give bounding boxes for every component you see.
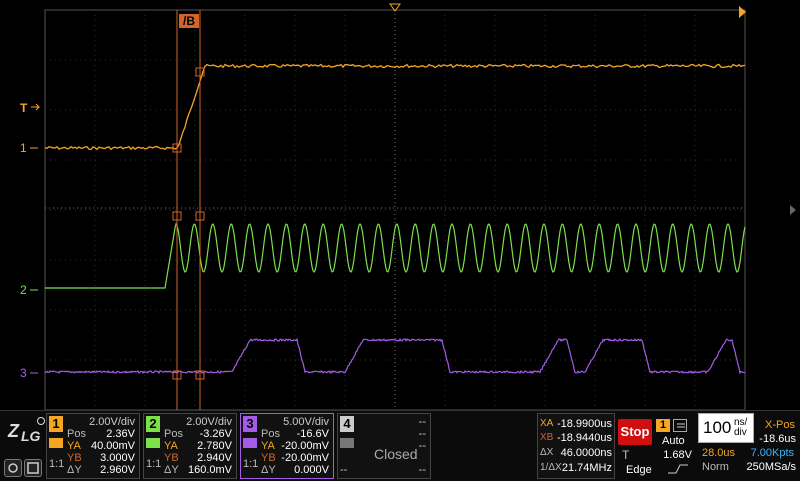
xb-label: XB bbox=[540, 432, 554, 443]
channel-2-panel[interactable]: 2 2.00V/div Pos -3.26V YA 2.780V YB 2.94… bbox=[143, 413, 237, 479]
channel-3-ratio: 1:1 bbox=[243, 458, 259, 470]
trigger-mode: Auto bbox=[662, 435, 685, 447]
channel-3-ya-label: YA bbox=[261, 440, 275, 452]
xpos-value: -18.6us bbox=[759, 433, 796, 445]
channel-2-pos-label: Pos bbox=[164, 428, 183, 440]
channel-2-ya: 2.780V bbox=[197, 440, 232, 452]
channel-3-dy: 0.000V bbox=[294, 464, 329, 476]
svg-text:Z: Z bbox=[7, 421, 20, 441]
channel-1-pos-label: Pos bbox=[67, 428, 86, 440]
trigger-edge-icon bbox=[666, 463, 690, 478]
channel-2-number: 2 bbox=[146, 416, 160, 432]
channel-2-yb: 2.940V bbox=[197, 452, 232, 464]
channel-2-ya-label: YA bbox=[164, 440, 178, 452]
xa-value: -18.9900us bbox=[556, 418, 612, 430]
coupling-icon bbox=[146, 438, 160, 448]
channel-4-panel[interactable]: 4 -- -- Closed -- -- -- bbox=[337, 413, 431, 479]
dx-value: 46.0000ns bbox=[560, 447, 612, 459]
channel-3-panel[interactable]: 3 5.00V/div Pos -16.6V YA -20.00mV YB -2… bbox=[240, 413, 334, 479]
channel-2-dy: 160.0mV bbox=[187, 464, 232, 476]
timebase-value: 100 bbox=[703, 418, 732, 437]
save-icon[interactable] bbox=[24, 459, 42, 477]
ch3-ground-marker[interactable]: 3 bbox=[20, 366, 27, 380]
ch1-ground-marker[interactable]: 1 bbox=[20, 141, 27, 155]
channel-1-yb-label: YB bbox=[67, 452, 82, 464]
svg-text:LG: LG bbox=[21, 428, 41, 444]
freq-value: 21.74MHz bbox=[561, 462, 612, 474]
channel-3-ya: -20.00mV bbox=[281, 440, 329, 452]
holdoff-value: 28.0us bbox=[702, 447, 736, 459]
cursor-readout[interactable]: XA -18.9900us XB -18.9440us ΔX 46.0000ns… bbox=[537, 413, 615, 479]
channel-4-dash-4: -- bbox=[340, 464, 348, 476]
channel-2-pos: -3.26V bbox=[199, 428, 232, 440]
coupling-icon bbox=[340, 438, 354, 448]
trigger-panel[interactable]: 1 Auto T 1.68V Edge bbox=[616, 413, 694, 479]
trigger-source: 1 bbox=[656, 419, 670, 432]
freq-label: 1/ΔX bbox=[540, 462, 562, 473]
sample-rate: 250MSa/s bbox=[746, 461, 796, 473]
channel-1-pos: 2.36V bbox=[106, 428, 135, 440]
channel-4-dash-2: -- bbox=[418, 440, 426, 452]
channel-4-number: 4 bbox=[340, 416, 354, 432]
channel-3-number: 3 bbox=[243, 416, 257, 432]
waveform-display[interactable]: /B T 1 2 3 bbox=[0, 0, 800, 410]
ch2-ground-marker[interactable]: 2 bbox=[20, 283, 27, 297]
channel-4-dash-1: -- bbox=[418, 428, 426, 440]
zlg-logo: Z LG bbox=[6, 415, 45, 447]
trigger-level: 1.68V bbox=[663, 449, 692, 461]
channel-1-panel[interactable]: 1 2.00V/div Pos 2.36V YA 40.00mV YB 3.00… bbox=[46, 413, 140, 479]
channel-3-dy-label: ΔY bbox=[261, 464, 276, 476]
channel-1-ya: 40.00mV bbox=[90, 440, 135, 452]
coupling-icon bbox=[243, 438, 257, 448]
channel-1-dy: 2.960V bbox=[100, 464, 135, 476]
channel-4-state: Closed bbox=[374, 446, 418, 462]
channel-2-scale: 2.00V/div bbox=[186, 416, 232, 428]
channel-1-ratio: 1:1 bbox=[49, 458, 65, 470]
channel-3-pos-label: Pos bbox=[261, 428, 280, 440]
xb-value: -18.9440us bbox=[556, 432, 612, 444]
trigger-level-label: T bbox=[622, 448, 630, 462]
capture-icon[interactable] bbox=[4, 459, 22, 477]
cursor-b-label: /B bbox=[183, 14, 195, 28]
status-bar: Z LG 1 2.00V/div Pos 2.36V YA 40.00mV YB… bbox=[0, 410, 800, 481]
channel-2-dy-label: ΔY bbox=[164, 464, 179, 476]
channel-3-pos: -16.6V bbox=[296, 428, 329, 440]
timebase-box[interactable]: 100 ns/ div bbox=[698, 413, 754, 443]
coupling-icon bbox=[49, 438, 63, 448]
channel-3-yb: -20.00mV bbox=[281, 452, 329, 464]
channel-2-ratio: 1:1 bbox=[146, 458, 162, 470]
xpos-label: X-Pos bbox=[765, 419, 795, 431]
channel-3-scale: 5.00V/div bbox=[283, 416, 329, 428]
dx-label: ΔX bbox=[540, 447, 554, 458]
channel-1-ya-label: YA bbox=[67, 440, 81, 452]
trigger-level-marker[interactable]: T bbox=[20, 101, 28, 115]
channel-3-yb-label: YB bbox=[261, 452, 276, 464]
points-value: 7.00Kpts bbox=[750, 447, 794, 459]
timebase-unit-bottom: div bbox=[734, 427, 747, 438]
channel-4-dash-3: -- bbox=[418, 464, 426, 476]
channel-4-scale: -- bbox=[418, 416, 426, 428]
channel-2-yb-label: YB bbox=[164, 452, 179, 464]
channel-1-yb: 3.000V bbox=[100, 452, 135, 464]
xa-label: XA bbox=[540, 418, 554, 429]
channel-1-scale: 2.00V/div bbox=[89, 416, 135, 428]
channel-1-dy-label: ΔY bbox=[67, 464, 82, 476]
menu-icon[interactable] bbox=[673, 419, 687, 432]
trigger-type: Edge bbox=[626, 464, 652, 476]
channel-1-number: 1 bbox=[49, 416, 63, 432]
acq-mode: Norm bbox=[702, 461, 729, 473]
